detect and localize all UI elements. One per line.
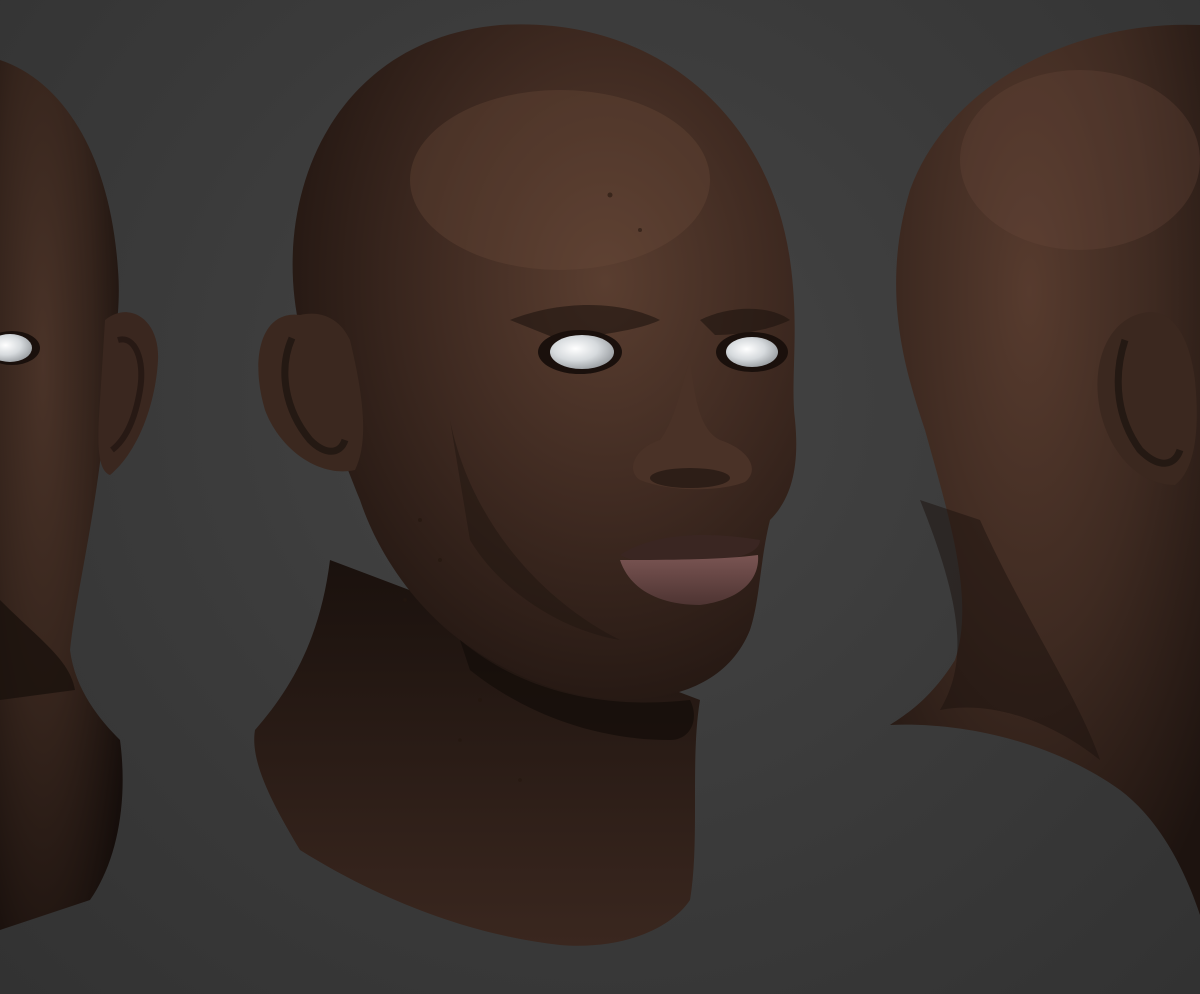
head-center [254, 24, 797, 946]
sculpt-viewport [0, 0, 1200, 994]
ear-center [258, 313, 364, 472]
head-renders [0, 24, 1200, 946]
head-left-partial [0, 60, 159, 930]
eye-right-center [726, 337, 778, 367]
head-right-rear [890, 24, 1200, 915]
eye-left-center [550, 335, 614, 369]
ear-left-head [98, 312, 159, 475]
